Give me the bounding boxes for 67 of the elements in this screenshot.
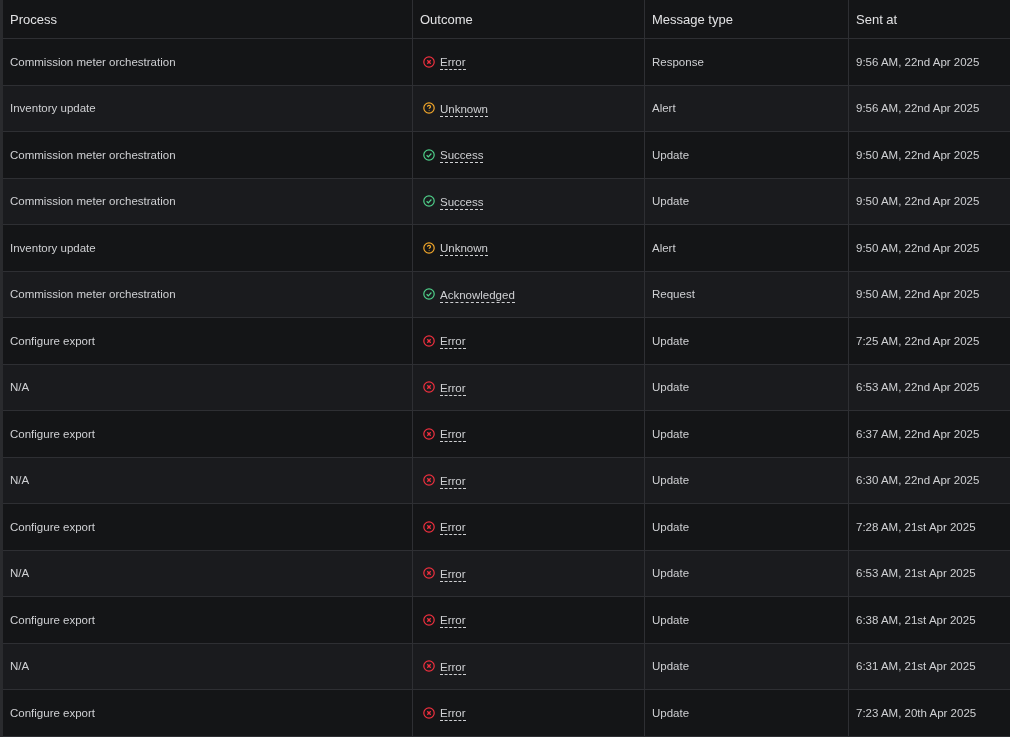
error-icon <box>423 334 435 347</box>
outcome-label[interactable]: Success <box>440 194 484 210</box>
question-icon <box>423 102 435 115</box>
outcome-label[interactable]: Error <box>440 55 466 71</box>
table-cell: Update <box>645 178 849 225</box>
outcome-label[interactable]: Unknown <box>440 101 488 117</box>
table-cell: Update <box>645 690 849 737</box>
error-icon <box>423 660 435 673</box>
table-cell: Configure export <box>3 690 413 737</box>
outcome-label[interactable]: Error <box>440 473 466 489</box>
table-cell: Commission meter orchestration <box>3 271 413 318</box>
check-circle-icon <box>423 288 435 301</box>
error-icon <box>423 474 435 487</box>
outcome-label[interactable]: Error <box>440 520 466 536</box>
table-cell: Commission meter orchestration <box>3 132 413 179</box>
table-cell: N/A <box>3 550 413 597</box>
table-cell: Commission meter orchestration <box>3 178 413 225</box>
outcome-label[interactable]: Acknowledged <box>440 287 515 303</box>
outcome-label[interactable]: Error <box>440 334 466 350</box>
error-icon <box>423 381 435 394</box>
table-cell: Alert <box>645 225 849 272</box>
table-cell: Update <box>645 411 849 458</box>
outcome-label[interactable]: Error <box>440 427 466 443</box>
table-cell: Commission meter orchestration <box>3 39 413 86</box>
table-cell: 6:31 AM, 21st Apr 2025 <box>849 643 1010 690</box>
table-cell: Request <box>645 271 849 318</box>
error-icon <box>423 706 435 719</box>
question-icon <box>423 241 435 254</box>
error-icon <box>423 567 435 580</box>
table-cell: 9:56 AM, 22nd Apr 2025 <box>849 85 1010 132</box>
table-cell: Configure export <box>3 411 413 458</box>
check-circle-icon <box>423 195 435 208</box>
table-cell: Update <box>645 643 849 690</box>
table-cell: Update <box>645 550 849 597</box>
error-icon <box>423 55 435 68</box>
outcome-label[interactable]: Unknown <box>440 241 488 257</box>
error-icon <box>423 613 435 626</box>
table-cell: Inventory update <box>3 225 413 272</box>
check-circle-icon <box>423 148 435 161</box>
table-cell: 6:30 AM, 22nd Apr 2025 <box>849 457 1010 504</box>
table-cell: Update <box>645 504 849 551</box>
outcome-label[interactable]: Error <box>440 613 466 629</box>
table-cell: N/A <box>3 457 413 504</box>
table-cell: Configure export <box>3 597 413 644</box>
table-cell: N/A <box>3 364 413 411</box>
table-cell: Update <box>645 132 849 179</box>
outcome-label[interactable]: Error <box>440 659 466 675</box>
table-cell: N/A <box>3 643 413 690</box>
table-cell: Update <box>645 364 849 411</box>
table-cell: Update <box>645 457 849 504</box>
table-cell: Configure export <box>3 504 413 551</box>
outcome-label[interactable]: Success <box>440 148 484 164</box>
table-cell: Update <box>645 318 849 365</box>
table-cell: Response <box>645 39 849 86</box>
outcome-label[interactable]: Error <box>440 706 466 722</box>
table-cell: 9:50 AM, 22nd Apr 2025 <box>849 271 1010 318</box>
table-cell: Configure export <box>3 318 413 365</box>
table-cell: 6:53 AM, 22nd Apr 2025 <box>849 364 1010 411</box>
table-cell: Alert <box>645 85 849 132</box>
table-cell: Inventory update <box>3 85 413 132</box>
outcome-label[interactable]: Error <box>440 566 466 582</box>
table-cell: Update <box>645 597 849 644</box>
outcome-label[interactable]: Error <box>440 380 466 396</box>
table-cell: 6:53 AM, 21st Apr 2025 <box>849 550 1010 597</box>
error-icon <box>423 427 435 440</box>
error-icon <box>423 520 435 533</box>
table-cell: 9:50 AM, 22nd Apr 2025 <box>849 178 1010 225</box>
